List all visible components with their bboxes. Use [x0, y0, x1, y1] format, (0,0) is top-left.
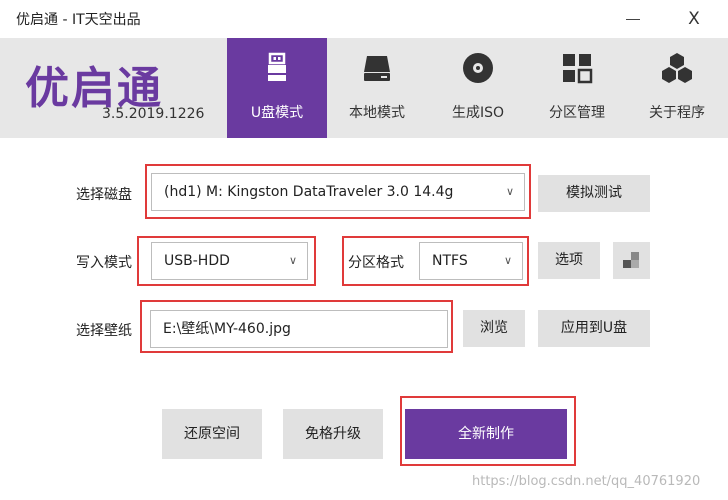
- watermark: https://blog.csdn.net/qq_40761920: [472, 474, 701, 489]
- partition-grid-icon: [563, 54, 593, 84]
- create-new-button[interactable]: 全新制作: [405, 409, 567, 459]
- apply-to-usb-button[interactable]: 应用到U盘: [538, 310, 650, 347]
- tab-label: U盘模式: [250, 105, 304, 121]
- write-mode-label: 写入模式: [76, 255, 132, 271]
- wallpaper-path-value: E:\壁纸\MY-460.jpg: [163, 321, 291, 337]
- wallpaper-path-input[interactable]: E:\壁纸\MY-460.jpg: [150, 310, 448, 348]
- format-free-upgrade-button[interactable]: 免格升级: [283, 409, 383, 459]
- tab-label: 关于程序: [649, 105, 705, 121]
- advanced-settings-button[interactable]: [613, 242, 650, 279]
- partition-format-value: NTFS: [432, 253, 468, 269]
- tab-generate-iso[interactable]: 生成ISO: [428, 38, 528, 138]
- restore-space-button[interactable]: 还原空间: [162, 409, 262, 459]
- minimize-icon[interactable]: [620, 7, 646, 31]
- tab-about[interactable]: 关于程序: [627, 38, 727, 138]
- disc-icon: [463, 53, 493, 83]
- browse-button[interactable]: 浏览: [463, 310, 525, 347]
- header-banner: 优启通 3.5.2019.1226 U盘模式 本地模式 生成ISO 分区管理 关…: [0, 38, 728, 138]
- blocks-icon: [623, 252, 639, 268]
- tab-usb-mode[interactable]: U盘模式: [227, 38, 327, 138]
- window-title: 优启通 - IT天空出品: [16, 12, 141, 28]
- disk-select-value: (hd1) M: Kingston DataTraveler 3.0 14.4g: [164, 184, 454, 200]
- hexagon-cluster-icon: [662, 53, 692, 83]
- chevron-down-icon: ∨: [503, 254, 512, 267]
- tab-label: 分区管理: [549, 105, 605, 121]
- chevron-down-icon: ∨: [505, 185, 514, 198]
- hard-drive-icon: [364, 56, 390, 81]
- tab-label: 本地模式: [349, 105, 405, 121]
- tab-local-mode[interactable]: 本地模式: [327, 38, 427, 138]
- version-label: 3.5.2019.1226: [102, 106, 205, 122]
- tab-label: 生成ISO: [451, 105, 505, 121]
- tab-partition-manager[interactable]: 分区管理: [527, 38, 627, 138]
- disk-select[interactable]: (hd1) M: Kingston DataTraveler 3.0 14.4g…: [151, 173, 525, 211]
- close-icon[interactable]: X: [681, 7, 707, 31]
- partition-format-select[interactable]: NTFS ∨: [419, 242, 523, 280]
- select-wallpaper-label: 选择壁纸: [76, 323, 132, 339]
- usb-drive-icon: [268, 52, 286, 81]
- title-bar: 优启通 - IT天空出品 X: [0, 0, 728, 38]
- chevron-down-icon: ∨: [288, 254, 297, 267]
- write-mode-select[interactable]: USB-HDD ∨: [151, 242, 308, 280]
- partition-format-label: 分区格式: [348, 255, 404, 271]
- options-button[interactable]: 选项: [538, 242, 600, 279]
- write-mode-value: USB-HDD: [164, 253, 230, 269]
- simulate-test-button[interactable]: 模拟测试: [538, 175, 650, 212]
- select-disk-label: 选择磁盘: [76, 187, 132, 203]
